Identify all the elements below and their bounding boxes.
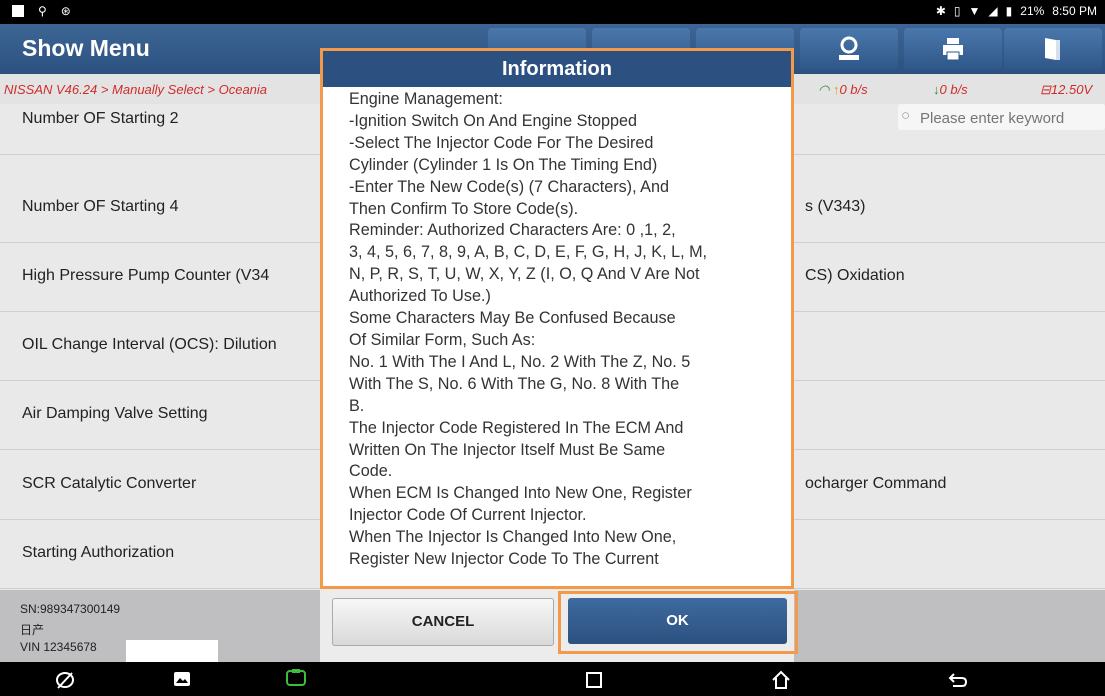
dialog-text-line: With The S, No. 6 With The G, No. 8 With… <box>349 374 680 393</box>
gallery-icon[interactable] <box>173 671 191 687</box>
dialog-text-line: Code. <box>349 462 393 481</box>
back-icon[interactable] <box>948 671 968 689</box>
dialog-text-line: No. 1 With The I And L, No. 2 With The Z… <box>349 352 691 371</box>
dialog-text-line: Written On The Injector Itself Must Be S… <box>349 440 666 459</box>
battery-voltage-icon: ⊟ <box>1040 82 1051 97</box>
dialog-body[interactable]: Engine Management: -Ignition Switch On A… <box>349 89 785 589</box>
ok-button-highlight: OK <box>558 591 798 654</box>
dialog-text-line: Authorized To Use.) <box>349 287 491 306</box>
vci-icon[interactable] <box>285 668 307 688</box>
clock: 8:50 PM <box>1052 4 1097 18</box>
dialog-text-line: Some Characters May Be Confused Because <box>349 309 676 328</box>
print-icon <box>943 38 963 61</box>
dialog-text-line: The Injector Code Registered In The ECM … <box>349 418 684 437</box>
vin-number: VIN 12345678 <box>20 640 97 654</box>
usb-icon: ⚲ <box>38 4 47 18</box>
dialog-text-line: Cylinder (Cylinder 1 Is On The Timing En… <box>349 155 658 174</box>
download-rate: 0 b/s <box>939 82 968 97</box>
exit-button[interactable] <box>1004 28 1102 70</box>
dialog-text-line: When The Injector Is Changed Into New On… <box>349 528 677 547</box>
vibrate-icon: ▯ <box>953 4 961 18</box>
dialog-text-line: B. <box>349 396 365 415</box>
battery-percent: 21% <box>1020 4 1045 18</box>
serial-number: SN:989347300149 <box>20 602 121 616</box>
voltage-value: 12.50V <box>1050 82 1093 97</box>
dialog-title: Information <box>323 51 791 87</box>
circle-icon: ⊛ <box>60 4 71 18</box>
cancel-button[interactable]: CANCEL <box>332 598 554 646</box>
dialog-text-line: Then Confirm To Store Code(s). <box>349 199 579 218</box>
upload-stat: ◠ ↑0 b/s <box>818 82 868 98</box>
upload-rate: 0 b/s <box>839 82 868 97</box>
page-title: Show Menu <box>22 35 150 61</box>
breadcrumb: NISSAN V46.24 > Manually Select > Oceani… <box>4 82 268 97</box>
search-icon: ○ <box>901 107 911 124</box>
search-input[interactable] <box>918 105 1102 131</box>
vin-redaction <box>126 640 218 662</box>
dialog-text-line: Engine Management: <box>349 90 503 108</box>
home-icon[interactable] <box>771 670 791 690</box>
wifi-icon: ▼ <box>968 4 981 18</box>
download-stat: ↓0 b/s <box>933 82 968 97</box>
list-item-label-right: ocharger Command <box>805 475 947 492</box>
dialog-text-line: Reminder: Authorized Characters Are: 0 ,… <box>349 221 676 240</box>
image-icon <box>12 5 24 17</box>
dialog-text-line: -Select The Injector Code For The Desire… <box>349 133 654 152</box>
wifi-stat-icon: ◠ <box>818 82 830 97</box>
dialog-text-line: Injector Code Of Current Injector. <box>349 506 587 525</box>
dialog-text-line: 3, 4, 5, 6, 7, 8, 9, A, B, C, D, E, F, G… <box>349 243 708 262</box>
list-item-label: OIL Change Interval (OCS): Dilution <box>22 336 277 353</box>
ok-button[interactable]: OK <box>568 598 787 644</box>
vehicle-brand: 日产 <box>20 623 45 637</box>
list-item-label: Starting Authorization <box>22 544 175 561</box>
dialog-text-line: N, P, R, S, T, U, W, X, Y, Z (I, O, Q An… <box>349 265 700 284</box>
list-item-label: High Pressure Pump Counter (V34 <box>22 267 270 284</box>
dialog-text-line: -Enter The New Code(s) (7 Characters), A… <box>349 177 669 196</box>
search-box[interactable]: ○ <box>898 104 1105 131</box>
status-bar: ⚲ ⊛ ✱ ▯ ▼ ◢ ▮ 21% 8:50 PM <box>0 0 1105 24</box>
bluetooth-icon: ✱ <box>935 4 946 18</box>
list-item-label-right: s (V343) <box>805 198 866 215</box>
dialog-text-line: Of Similar Form, Such As: <box>349 330 536 349</box>
browser-icon[interactable] <box>55 670 75 690</box>
print-button[interactable] <box>904 28 1002 70</box>
android-nav-bar <box>0 662 1105 696</box>
list-item-label: SCR Catalytic Converter <box>22 475 197 492</box>
dialog-text-line: -Ignition Switch On And Engine Stopped <box>349 111 637 130</box>
list-item-label: Number OF Starting 4 <box>22 198 179 215</box>
profile-icon <box>839 36 859 60</box>
exit-icon <box>1045 38 1060 60</box>
dialog-text-line: When ECM Is Changed Into New One, Regist… <box>349 484 692 503</box>
list-item-label-right: CS) Oxidation <box>805 267 905 284</box>
information-dialog: Information Engine Management: -Ignition… <box>320 48 794 589</box>
battery-icon: ▮ <box>1005 4 1013 18</box>
recent-apps-icon[interactable] <box>586 672 602 688</box>
voltage-stat: ⊟12.50V <box>1040 82 1092 98</box>
signal-icon: ◢ <box>988 4 998 18</box>
list-item-label: Number OF Starting 2 <box>22 110 179 127</box>
list-item-label: Air Damping Valve Setting <box>22 405 208 422</box>
dialog-text-line: Register New Injector Code To The Curren… <box>349 550 659 569</box>
profile-button[interactable] <box>800 28 898 70</box>
